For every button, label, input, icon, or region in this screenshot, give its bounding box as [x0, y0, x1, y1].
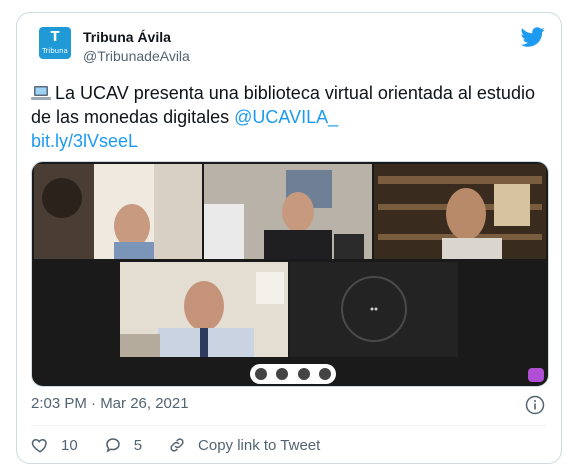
heart-icon: [31, 438, 47, 453]
avatar[interactable]: T Tribuna: [39, 27, 71, 59]
like-button[interactable]: 10: [31, 436, 78, 454]
purple-badge-icon[interactable]: [528, 368, 544, 382]
mention-link[interactable]: @UCAVILA_: [234, 107, 338, 127]
avatar-word: Tribuna: [42, 46, 68, 55]
author-name[interactable]: Tribuna Ávila: [83, 29, 171, 45]
participant-tile-4: [120, 262, 288, 357]
tweet-timestamp[interactable]: 2:03 PM · Mar 26, 2021: [31, 395, 189, 412]
action-bar: 10 5 Copy link to Tweet: [31, 433, 346, 457]
call-control-bar[interactable]: [250, 364, 336, 384]
mic-icon[interactable]: [276, 368, 289, 380]
participant-tile-2: [204, 164, 372, 259]
reply-count: 5: [133, 436, 143, 454]
avatar-button-icon[interactable]: [254, 368, 267, 380]
info-icon[interactable]: [525, 395, 545, 415]
participant-photo-2: [204, 164, 372, 259]
reply-icon: [105, 438, 120, 453]
author-handle[interactable]: @TribunadeAvila: [83, 48, 190, 64]
video-call-image[interactable]: [31, 161, 549, 387]
share-icon[interactable]: [319, 368, 332, 380]
participant-tile-1: [34, 164, 202, 259]
camera-icon[interactable]: [297, 368, 310, 380]
twitter-bird-icon[interactable]: [521, 25, 545, 49]
copy-link-button[interactable]: Copy link to Tweet: [168, 436, 320, 454]
copy-link-label: Copy link to Tweet: [198, 436, 321, 454]
divider: [31, 425, 547, 426]
participant-tile-3: [374, 164, 546, 259]
participant-photo-4: [120, 262, 288, 357]
url-link[interactable]: bit.ly/3lVseeL: [31, 131, 138, 151]
participant-photo-3: [374, 164, 546, 259]
avatar-letter: T: [50, 29, 60, 45]
audio-only-placeholder: [341, 276, 407, 342]
link-icon: [170, 438, 184, 452]
participant-tile-5: [290, 262, 458, 357]
laptop-icon: [31, 86, 51, 100]
reply-button[interactable]: 5: [104, 436, 142, 454]
participant-photo-1: [34, 164, 202, 259]
tweet-body: La UCAV presenta una biblioteca virtual …: [31, 81, 551, 153]
like-count: 10: [61, 436, 78, 454]
tweet-card[interactable]: T Tribuna Tribuna Ávila @TribunadeAvila …: [16, 12, 562, 464]
